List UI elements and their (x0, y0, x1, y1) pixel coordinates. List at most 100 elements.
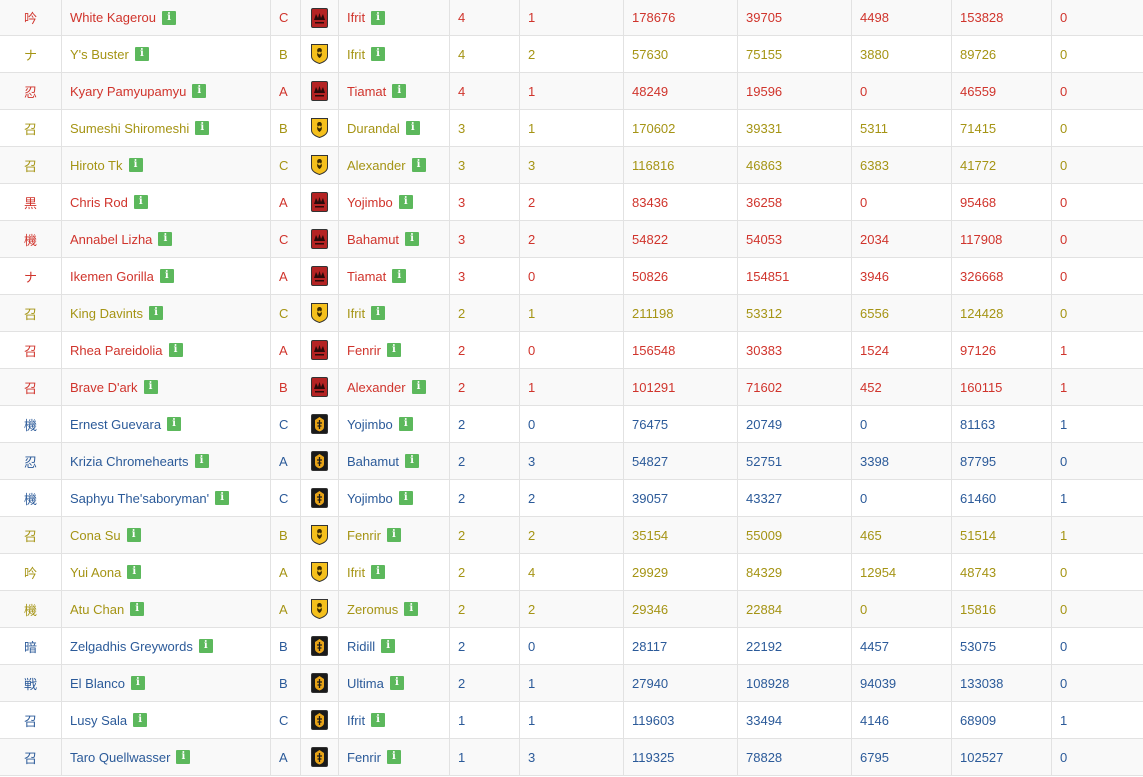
player-name-link[interactable]: Y's Buster (70, 47, 129, 62)
player-name-link[interactable]: Hiroto Tk (70, 158, 123, 173)
info-icon[interactable]: i (167, 417, 182, 431)
immortal-flames-emblem-icon (311, 488, 328, 508)
player-name-link[interactable]: Atu Chan (70, 602, 124, 617)
info-icon[interactable]: i (405, 232, 420, 246)
player-name-link[interactable]: Rhea Pareidolia (70, 343, 163, 358)
info-icon[interactable]: i (381, 639, 396, 653)
world-name-link[interactable]: Bahamut (347, 454, 399, 469)
stat-cell: 2 (519, 517, 623, 553)
info-icon[interactable]: i (148, 306, 163, 320)
info-icon[interactable]: i (371, 565, 386, 579)
stat-cell: 29929 (623, 554, 737, 590)
world-name-link[interactable]: Yojimbo (347, 195, 393, 210)
world-name-link[interactable]: Yojimbo (347, 491, 393, 506)
info-icon[interactable]: i (405, 121, 420, 135)
player-name-link[interactable]: Chris Rod (70, 195, 128, 210)
world-name-link[interactable]: Zeromus (347, 602, 398, 617)
info-icon[interactable]: i (392, 269, 407, 283)
info-icon[interactable]: i (162, 10, 176, 25)
player-name-link[interactable]: Taro Quellwasser (70, 750, 170, 765)
info-icon[interactable]: i (411, 158, 426, 172)
info-icon[interactable]: i (143, 380, 158, 394)
info-icon[interactable]: i (386, 528, 401, 542)
info-icon[interactable]: i (198, 639, 213, 653)
world-name-link[interactable]: Fenrir (347, 343, 381, 358)
stat-value: 39705 (746, 10, 783, 25)
info-icon[interactable]: i (371, 713, 386, 727)
stat-value: 71602 (746, 379, 783, 395)
info-icon[interactable]: i (126, 528, 141, 542)
info-icon[interactable]: i (398, 491, 413, 505)
info-icon[interactable]: i (133, 195, 148, 209)
stat-cell: 124428 (951, 295, 1051, 331)
player-name-link[interactable]: Annabel Lizha (70, 232, 152, 247)
info-icon[interactable]: i (159, 269, 174, 283)
info-icon[interactable]: i (371, 47, 386, 61)
stat-value: 33494 (746, 712, 783, 728)
info-icon[interactable]: i (192, 84, 207, 98)
player-name-link[interactable]: Cona Su (70, 528, 121, 543)
stat-value: 2 (458, 601, 466, 617)
world-name-link[interactable]: Ridill (347, 639, 375, 654)
info-icon[interactable]: i (386, 750, 401, 764)
player-name-link[interactable]: Kyary Pamyupamyu (70, 84, 186, 99)
info-icon[interactable]: i (405, 454, 420, 468)
info-icon[interactable]: i (133, 713, 148, 727)
world-name-link[interactable]: Ifrit (347, 713, 365, 728)
info-icon[interactable]: i (130, 676, 145, 690)
info-icon[interactable]: i (386, 343, 401, 357)
info-icon[interactable]: i (168, 343, 183, 357)
world-name-link[interactable]: Ifrit (347, 565, 365, 580)
world-name-link[interactable]: Fenrir (347, 750, 381, 765)
stat-value: 170602 (632, 120, 676, 136)
stat-value: 124428 (960, 305, 1004, 321)
info-icon[interactable]: i (215, 491, 230, 505)
info-icon[interactable]: i (371, 10, 386, 25)
world-name-link[interactable]: Yojimbo (347, 417, 393, 432)
info-icon[interactable]: i (134, 47, 149, 61)
info-icon[interactable]: i (127, 565, 142, 579)
player-name-link[interactable]: Lusy Sala (70, 713, 127, 728)
stat-cell: 1 (519, 665, 623, 701)
world-name-link[interactable]: Durandal (347, 121, 400, 136)
info-icon[interactable]: i (195, 121, 210, 135)
rank-cell: C (270, 0, 300, 35)
world-name-link[interactable]: Tiamat (347, 84, 386, 99)
info-icon[interactable]: i (398, 195, 413, 209)
grand-company-cell (300, 443, 338, 479)
info-icon[interactable]: i (398, 417, 413, 431)
world-name-link[interactable]: Fenrir (347, 528, 381, 543)
player-name-link[interactable]: Brave D'ark (70, 380, 138, 395)
player-name-link[interactable]: Krizia Chromehearts (70, 454, 189, 469)
info-icon[interactable]: i (392, 84, 407, 98)
world-name-link[interactable]: Ifrit (347, 47, 365, 62)
player-name-link[interactable]: White Kagerou (70, 10, 156, 25)
player-name-link[interactable]: Ernest Guevara (70, 417, 161, 432)
stat-cell: 0 (1051, 628, 1143, 664)
info-icon[interactable]: i (389, 676, 404, 690)
info-icon[interactable]: i (176, 750, 191, 764)
player-name-link[interactable]: Zelgadhis Greywords (70, 639, 193, 654)
info-icon[interactable]: i (158, 232, 173, 246)
player-name-link[interactable]: Saphyu The'saboryman' (70, 491, 209, 506)
world-name-link[interactable]: Tiamat (347, 269, 386, 284)
info-icon[interactable]: i (404, 602, 419, 616)
world-name-link[interactable]: Alexander (347, 380, 406, 395)
info-icon[interactable]: i (130, 602, 145, 616)
player-name-link[interactable]: Yui Aona (70, 565, 121, 580)
player-name-link[interactable]: King Davints (70, 306, 143, 321)
player-name-link[interactable]: Sumeshi Shiromeshi (70, 121, 189, 136)
world-name-link[interactable]: Bahamut (347, 232, 399, 247)
player-name-link[interactable]: Ikemen Gorilla (70, 269, 154, 284)
stat-cell: 326668 (951, 258, 1051, 294)
info-icon[interactable]: i (411, 380, 426, 394)
world-name-link[interactable]: Ultima (347, 676, 384, 691)
info-icon[interactable]: i (194, 454, 209, 468)
world-name-link[interactable]: Alexander (347, 158, 406, 173)
info-icon[interactable]: i (128, 158, 143, 172)
player-name-link[interactable]: El Blanco (70, 676, 125, 691)
info-icon[interactable]: i (371, 306, 386, 320)
world-name-link[interactable]: Ifrit (347, 306, 365, 321)
world-name-link[interactable]: Ifrit (347, 10, 365, 25)
stat-value: 1 (1060, 527, 1068, 543)
